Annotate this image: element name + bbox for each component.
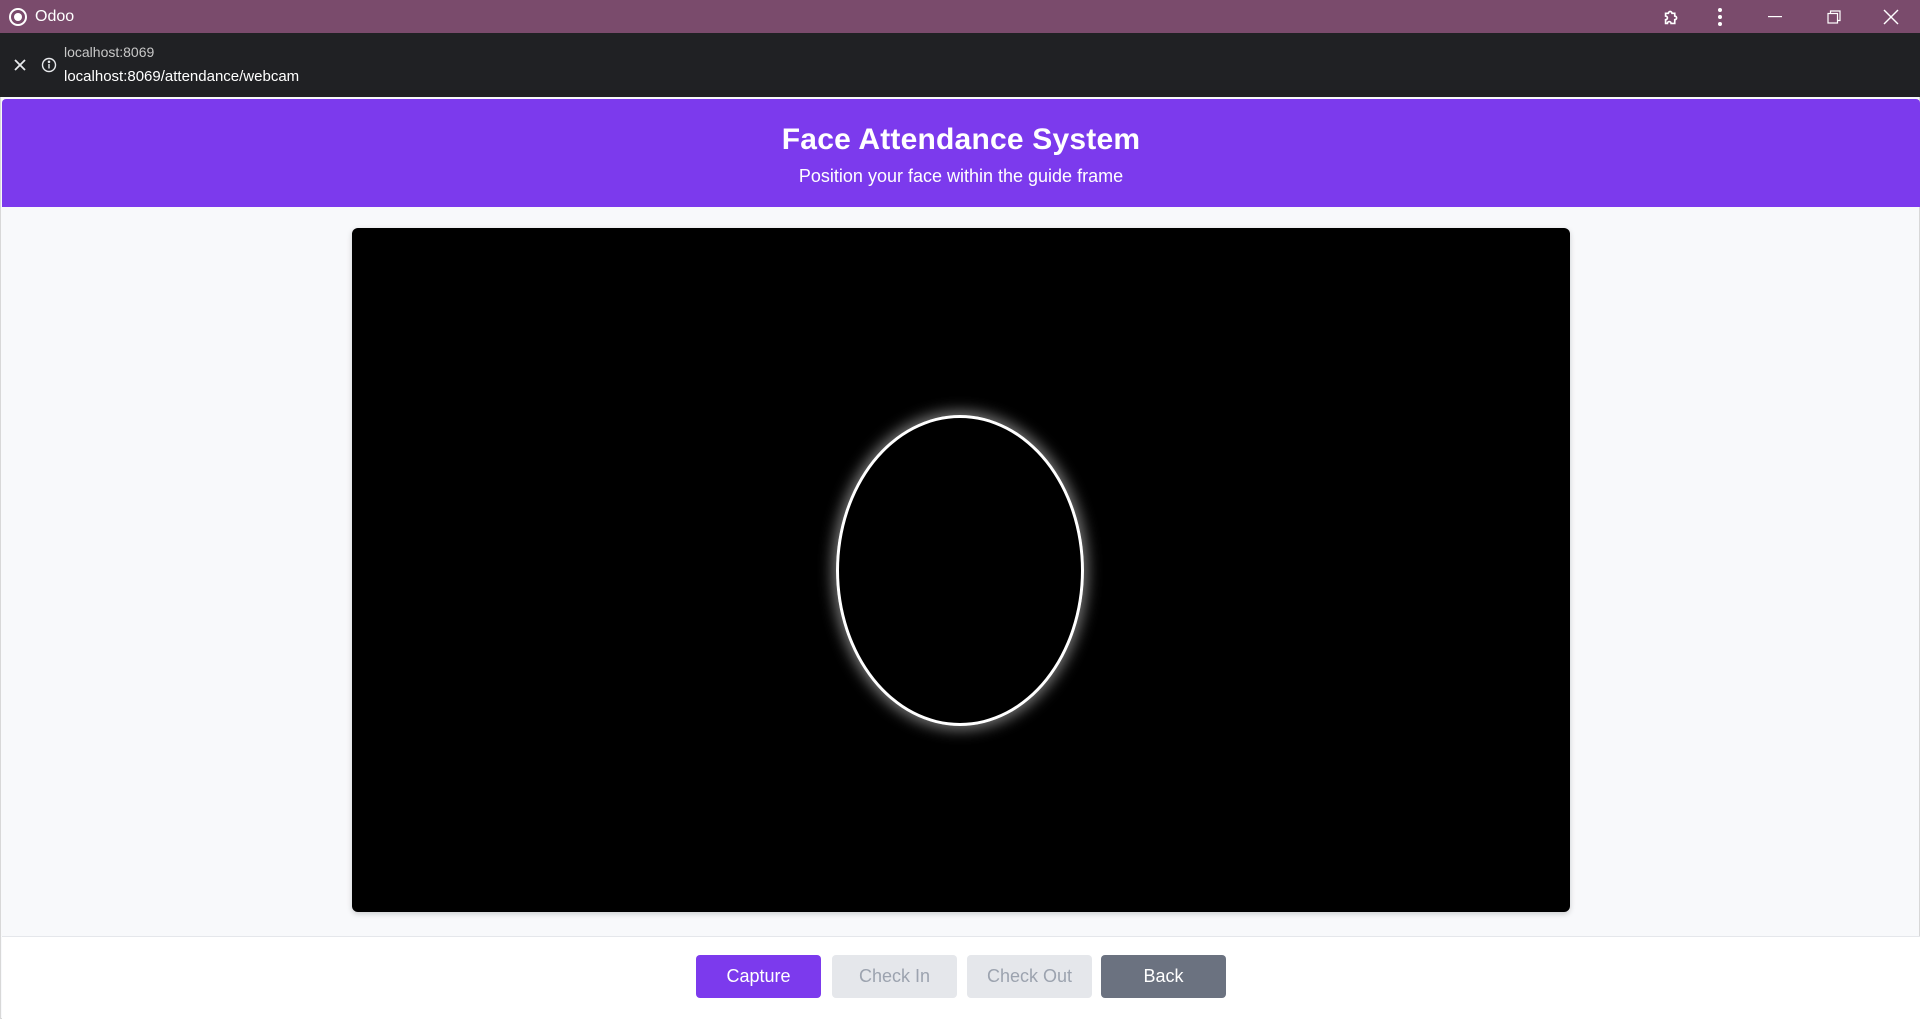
webcam-video (352, 228, 1570, 912)
url-full[interactable]: localhost:8069/attendance/webcam (64, 68, 299, 85)
back-button[interactable]: Back (1101, 955, 1226, 998)
window-titlebar: Odoo (0, 0, 1920, 33)
app-logo-icon (9, 7, 27, 26)
close-icon[interactable] (1862, 0, 1920, 33)
url-bar: localhost:8069 localhost:8069/attendance… (0, 33, 1920, 97)
more-vert-icon[interactable] (1696, 0, 1744, 33)
page: Face Attendance System Position your fac… (0, 97, 1920, 1019)
face-guide-oval (836, 415, 1084, 726)
action-bar: Capture Check In Check Out Back (2, 936, 1920, 1019)
capture-button[interactable]: Capture (696, 955, 821, 998)
window-controls (1648, 0, 1920, 33)
restore-icon[interactable] (1806, 0, 1862, 33)
window-title: Odoo (35, 7, 75, 25)
url-host: localhost:8069 (64, 44, 155, 60)
page-subtitle: Position your face within the guide fram… (798, 166, 1124, 186)
close-tab-icon[interactable] (10, 55, 30, 75)
check-in-button[interactable]: Check In (832, 955, 957, 998)
page-header: Face Attendance System Position your fac… (2, 99, 1920, 207)
page-title: Face Attendance System (781, 123, 1141, 156)
check-out-button[interactable]: Check Out (967, 955, 1092, 998)
extensions-icon[interactable] (1648, 0, 1696, 33)
minimize-icon[interactable] (1744, 0, 1806, 33)
info-icon[interactable] (39, 55, 59, 75)
